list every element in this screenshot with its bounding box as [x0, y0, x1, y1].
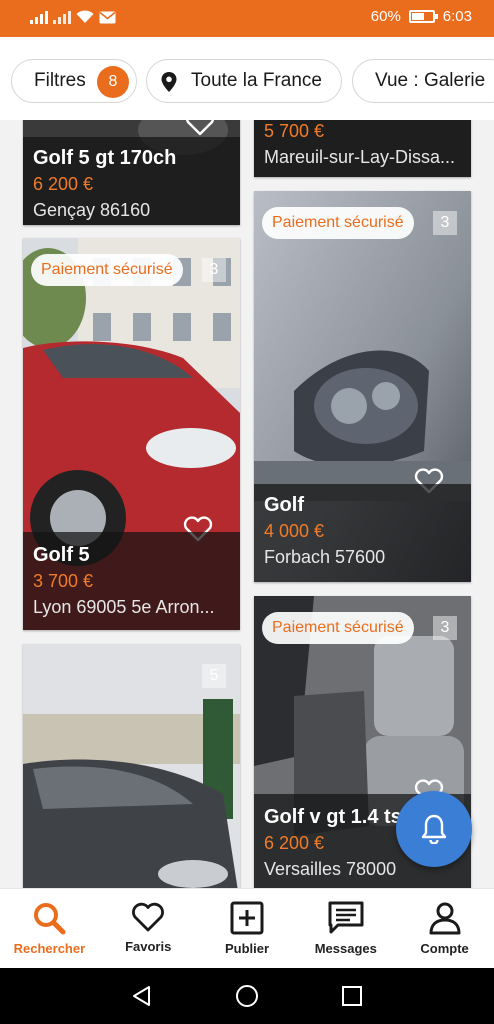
listing-title: Golf: [264, 494, 304, 516]
nav-account-label: Compte: [420, 941, 469, 956]
listing-price: 5 700 €: [264, 121, 325, 141]
nav-messages[interactable]: Messages: [296, 889, 395, 968]
favorite-heart-icon[interactable]: [185, 120, 215, 136]
listing-location: Mareuil-sur-Lay-Dissa...: [264, 147, 456, 167]
listing-card[interactable]: Golf 5 gt 170ch 6 200 € Gençay 86160: [23, 120, 240, 225]
view-mode-label: Vue : Galerie: [375, 70, 486, 91]
heart-icon: [132, 902, 165, 932]
nav-account[interactable]: Compte: [395, 889, 494, 968]
filter-bar: Filtres 8 Toute la France Vue : Galerie: [0, 37, 494, 120]
view-mode-button[interactable]: Vue : Galerie: [352, 59, 494, 103]
mail-icon: [99, 11, 116, 24]
system-nav-bar: [0, 968, 494, 1024]
photo-count-badge: 3: [433, 211, 457, 235]
listing-grid: Golf 5 gt 170ch 6 200 € Gençay 86160 5 7…: [0, 120, 494, 888]
battery-icon: [408, 10, 438, 23]
signal-icon: [30, 11, 48, 24]
listing-title: Golf 5: [33, 544, 90, 566]
clock: 6:03: [442, 8, 472, 25]
listing-location: Gençay 86160: [33, 200, 151, 220]
filters-count-badge: 8: [97, 66, 129, 98]
listing-location: Lyon 69005 5e Arron...: [33, 597, 215, 617]
plus-square-icon: [230, 901, 264, 935]
listing-card[interactable]: 5: [23, 644, 240, 888]
listing-card[interactable]: Paiement sécurisé 3 Golf 5 3 700 € Lyon …: [23, 238, 240, 630]
location-label: Toute la France: [191, 70, 322, 91]
bottom-nav: Rechercher Favoris Publier Messages Comp…: [0, 888, 494, 968]
filters-label: Filtres: [34, 70, 86, 91]
message-icon: [328, 901, 364, 934]
recents-icon[interactable]: [340, 984, 364, 1008]
listing-title: Golf 5 gt 170ch: [33, 147, 177, 169]
bell-icon: [421, 814, 447, 844]
location-pin-icon: [161, 72, 177, 92]
photo-count-badge: 3: [433, 616, 457, 640]
nav-search-label: Rechercher: [13, 941, 86, 956]
status-bar: 60% 6:03: [0, 0, 494, 37]
listing-card[interactable]: Paiement sécurisé 3 Golf 4 000 € Forbach…: [254, 191, 471, 582]
filters-button[interactable]: Filtres 8: [11, 59, 137, 103]
nav-publish[interactable]: Publier: [198, 889, 297, 968]
nav-favorites[interactable]: Favoris: [99, 889, 198, 968]
photo-count-badge: 3: [202, 258, 226, 282]
back-icon[interactable]: [130, 984, 154, 1008]
nav-messages-label: Messages: [314, 941, 377, 956]
listing-price: 6 200 €: [33, 174, 94, 194]
secure-payment-badge: Paiement sécurisé: [262, 612, 414, 644]
home-icon[interactable]: [235, 984, 259, 1008]
listing-location: Forbach 57600: [264, 547, 386, 567]
wifi-icon: [76, 10, 94, 23]
user-icon: [429, 902, 461, 935]
listing-price: 3 700 €: [33, 571, 94, 591]
photo-count-badge: 5: [202, 664, 226, 688]
listing-card[interactable]: 5 700 € Mareuil-sur-Lay-Dissa...: [254, 120, 471, 177]
secure-payment-badge: Paiement sécurisé: [262, 207, 414, 239]
alert-bell-button[interactable]: [396, 791, 472, 867]
nav-publish-label: Publier: [224, 941, 270, 956]
listing-price: 4 000 €: [264, 521, 325, 541]
nav-search[interactable]: Rechercher: [0, 889, 99, 968]
nav-favorites-label: Favoris: [125, 939, 172, 954]
battery-percent: 60%: [370, 8, 401, 25]
location-button[interactable]: Toute la France: [146, 59, 342, 103]
signal-icon-2: [53, 11, 71, 24]
secure-payment-badge: Paiement sécurisé: [31, 254, 183, 286]
search-icon: [34, 903, 66, 935]
